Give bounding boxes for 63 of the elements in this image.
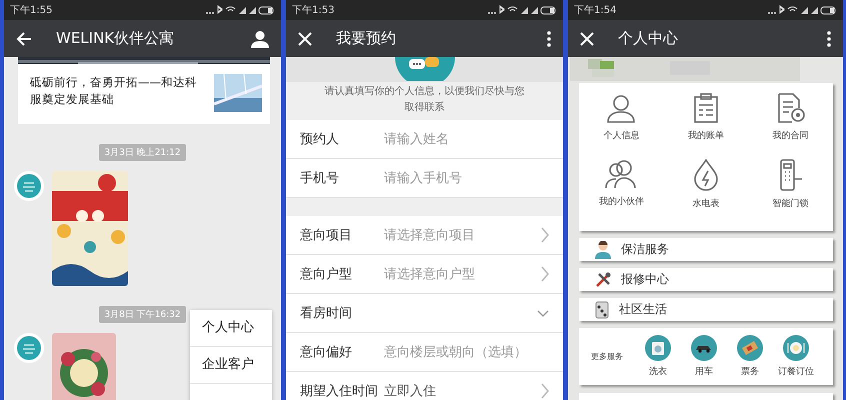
person-outline-icon[interactable] <box>606 93 636 123</box>
app-title: 个人中心 <box>618 29 679 48</box>
avatar-icon <box>14 333 44 363</box>
field-label: 手机号 <box>300 170 340 187</box>
app-title: 我要预约 <box>336 29 397 48</box>
chevron-down-icon[interactable] <box>537 310 549 316</box>
service-label: 洗衣 <box>649 366 667 378</box>
car-icon[interactable] <box>691 335 717 361</box>
shortcut-label: 我的合同 <box>772 130 809 142</box>
field-label: 预约人 <box>300 131 340 148</box>
menu-item[interactable]: 企业客户 <box>190 347 272 384</box>
dice-icon <box>595 300 609 318</box>
shortcut-label: 个人信息 <box>603 130 640 142</box>
more-icon[interactable] <box>547 30 551 46</box>
status-time: 下午1:55 <box>10 4 52 17</box>
service-label: 订餐订位 <box>778 366 814 378</box>
field-label: 看房时间 <box>300 305 353 322</box>
article-card[interactable]: 砥砺前行，奋勇开拓——和达科服奠定发展基础 <box>18 64 270 124</box>
shortcut-label: 智能门锁 <box>772 198 809 210</box>
field-label: 意向户型 <box>300 266 353 283</box>
shortcut-label: 我的账单 <box>688 130 724 142</box>
app-title: WELINK伙伴公寓 <box>56 29 176 48</box>
status-icons-drawing <box>205 5 275 15</box>
service-row[interactable]: 保洁服务 <box>579 238 833 261</box>
two-people-icon[interactable] <box>605 159 638 189</box>
field-label: 意向偏好 <box>300 344 353 361</box>
shortcut-label: 水电表 <box>692 198 720 210</box>
person-icon[interactable] <box>251 30 269 48</box>
section-label: 更多服务 <box>591 351 624 362</box>
select-field[interactable]: 立即入住 <box>384 382 436 400</box>
avatar-icon <box>14 171 44 201</box>
field-label: 期望入住时间 <box>300 383 379 400</box>
status-icons-drawing <box>487 5 557 15</box>
washing-machine-icon[interactable] <box>645 335 671 361</box>
input-field[interactable]: 请输入手机号 <box>384 170 534 186</box>
status-time: 下午1:54 <box>574 4 616 17</box>
service-label: 票务 <box>741 366 759 378</box>
timestamp: 3月3日 晚上21:12 <box>99 144 186 161</box>
timestamp: 3月8日 下午16:32 <box>99 306 186 323</box>
instruction-text: 请认真填写你的个人信息，以便我们尽快与您取得联系 <box>324 84 526 115</box>
field-label: 意向项目 <box>300 227 353 244</box>
document-star-icon[interactable] <box>776 93 806 123</box>
service-label: 用车 <box>695 366 713 378</box>
ticket-icon[interactable] <box>737 335 763 361</box>
plate-icon[interactable] <box>783 335 809 361</box>
service-row[interactable]: 报修中心 <box>579 268 833 291</box>
article-title: 砥砺前行，奋勇开拓——和达科服奠定发展基础 <box>30 74 198 108</box>
water-bolt-icon[interactable] <box>692 159 719 191</box>
cleaner-icon <box>595 240 611 258</box>
more-icon[interactable] <box>827 30 831 46</box>
arrow-left-icon[interactable] <box>16 30 32 46</box>
tools-icon <box>595 272 611 288</box>
service-row[interactable]: 社区生活 <box>579 298 833 321</box>
input-field[interactable]: 请输入姓名 <box>384 132 534 146</box>
close-icon[interactable] <box>298 32 312 46</box>
status-time: 下午1:53 <box>292 4 334 17</box>
status-icons-drawing <box>767 5 837 15</box>
clipboard-icon[interactable] <box>692 93 719 123</box>
door-lock-icon[interactable] <box>778 159 804 191</box>
menu-item[interactable]: 个人中心 <box>190 310 272 347</box>
shortcut-label: 我的小伙伴 <box>598 196 644 208</box>
close-icon[interactable] <box>580 32 594 46</box>
input-field[interactable]: 意向楼层或朝向（选填） <box>384 344 534 360</box>
